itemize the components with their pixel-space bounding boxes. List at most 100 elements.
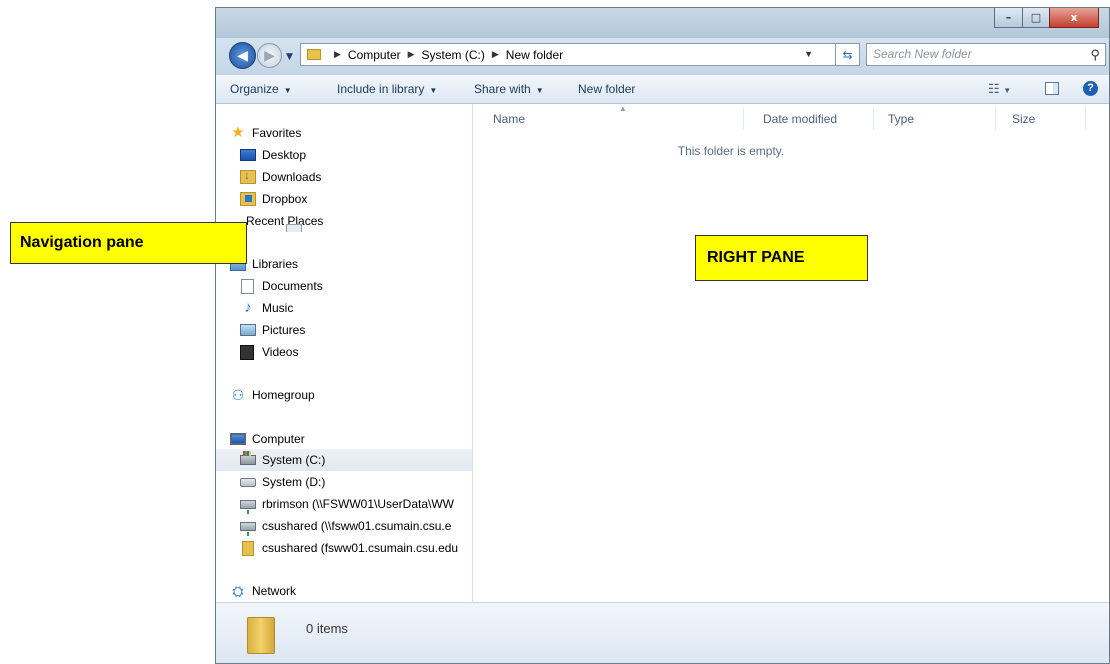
dropbox-icon (240, 192, 256, 206)
include-in-library-button[interactable]: Include in library ▼ (337, 82, 437, 96)
nav-item-dropbox[interactable]: Dropbox (216, 188, 472, 210)
breadcrumb-system-c[interactable]: System (C:) (422, 48, 485, 62)
nav-item-label: Downloads (262, 170, 322, 184)
recent-pages-dropdown-icon[interactable]: ▼ (286, 52, 293, 62)
nav-item-documents[interactable]: Documents (216, 275, 472, 297)
organize-button[interactable]: Organize ▼ (230, 82, 292, 96)
address-row: ◀ ▶ ▼ ▶ Computer ▶ System (C:) ▶ New fol… (216, 38, 1109, 75)
search-input[interactable]: Search New folder ⚲ (866, 43, 1106, 66)
title-bar[interactable]: – □ x (216, 8, 1109, 38)
videos-icon (240, 344, 254, 360)
breadcrumb-new-folder[interactable]: New folder (506, 48, 563, 62)
address-bar[interactable]: ▶ Computer ▶ System (C:) ▶ New folder ▼ (300, 43, 836, 66)
navigation-pane-callout: Navigation pane (10, 222, 247, 264)
sort-ascending-icon: ▲ (619, 104, 627, 113)
nav-item-desktop[interactable]: Desktop (216, 144, 472, 166)
downloads-icon (240, 168, 256, 184)
search-icon[interactable]: ⚲ (1090, 44, 1100, 65)
nav-item-system-d[interactable]: System (D:) (216, 471, 472, 493)
desktop-icon (240, 149, 256, 161)
network-drive-icon (240, 499, 256, 514)
nav-item-label: Videos (262, 345, 299, 359)
nav-network[interactable]: ⛭ Network (216, 580, 472, 602)
nav-item-music[interactable]: ♪ Music (216, 297, 472, 319)
folder-icon (307, 49, 321, 60)
network-drive-icon (240, 521, 256, 536)
column-divider[interactable] (743, 108, 744, 130)
maximize-button[interactable]: □ (1022, 8, 1050, 28)
nav-item-label: csushared (fsww01.csumain.csu.edu (262, 541, 459, 555)
column-header-date-modified[interactable]: Date modified (763, 112, 837, 126)
column-header-type[interactable]: Type (888, 112, 914, 126)
nav-favorites-label: Favorites (252, 126, 302, 140)
chevron-right-icon[interactable]: ▶ (408, 49, 415, 60)
chevron-down-icon: ▼ (429, 86, 438, 95)
forward-arrow-icon[interactable]: ▶ (257, 43, 282, 68)
navigation-pane: ★ Favorites Desktop Downloads Dropbox Re… (216, 104, 473, 602)
help-icon[interactable]: ? (1083, 81, 1098, 96)
nav-item-csushared-unc[interactable]: csushared (\\fsww01.csumain.csu.e (216, 515, 472, 537)
minimize-button[interactable]: – (994, 8, 1023, 28)
nav-item-label: Pictures (262, 323, 306, 337)
nav-homegroup[interactable]: ⚇ Homegroup (216, 384, 472, 406)
nav-item-videos[interactable]: Videos (216, 341, 472, 363)
refresh-icon[interactable]: ⇆ (836, 43, 860, 66)
file-list-pane[interactable]: Name ▲ Date modified Type Size This fold… (473, 104, 1109, 602)
nav-item-csushared[interactable]: csushared (fsww01.csumain.csu.edu (216, 537, 472, 559)
column-header-size[interactable]: Size (1012, 112, 1035, 126)
drive-d-icon (240, 477, 256, 487)
item-count: 0 items (306, 621, 348, 636)
chevron-right-icon[interactable]: ▶ (492, 49, 499, 60)
close-button[interactable]: x (1049, 8, 1099, 28)
column-divider[interactable] (873, 108, 874, 130)
column-header-name[interactable]: Name (493, 112, 525, 126)
share-with-label: Share with (474, 82, 531, 96)
details-pane: 0 items (216, 602, 1109, 663)
include-in-library-label: Include in library (337, 82, 425, 96)
homegroup-icon: ⚇ (231, 387, 245, 403)
music-icon: ♪ (244, 299, 252, 316)
command-toolbar: Organize ▼ Include in library ▼ Share with… (216, 75, 1109, 104)
address-dropdown-icon[interactable]: ▼ (804, 49, 813, 59)
nav-homegroup-label: Homegroup (252, 388, 315, 402)
nav-item-rbrimson[interactable]: rbrimson (\\FSWW01\UserData\WW (216, 493, 472, 515)
preview-pane-icon[interactable] (1045, 82, 1059, 95)
nav-network-label: Network (252, 584, 297, 598)
network-icon: ⛭ (232, 583, 244, 599)
back-arrow-icon[interactable]: ◀ (229, 42, 256, 69)
nav-item-label: System (C:) (262, 453, 326, 467)
nav-favorites[interactable]: ★ Favorites (216, 122, 472, 144)
empty-folder-message: This folder is empty. (677, 144, 785, 158)
nav-item-label: Music (262, 301, 294, 315)
pictures-icon (240, 324, 256, 336)
nav-libraries[interactable]: Libraries (216, 253, 472, 275)
breadcrumb-computer[interactable]: Computer (348, 48, 401, 62)
new-folder-button[interactable]: New folder (578, 82, 635, 96)
computer-icon (230, 433, 246, 445)
recent-places-icon (286, 224, 302, 232)
chevron-right-icon[interactable]: ▶ (334, 49, 341, 60)
nav-computer[interactable]: Computer (216, 428, 472, 450)
nav-item-label: System (D:) (262, 475, 326, 489)
right-pane-callout: RIGHT PANE (695, 235, 868, 281)
documents-icon (241, 278, 254, 294)
nav-item-label: Desktop (262, 148, 307, 162)
column-divider[interactable] (1085, 108, 1086, 130)
column-divider[interactable] (995, 108, 996, 130)
nav-item-pictures[interactable]: Pictures (216, 319, 472, 341)
nav-item-label: Dropbox (262, 192, 308, 206)
nav-item-label: Documents (262, 279, 323, 293)
drive-c-icon (240, 451, 256, 465)
network-folder-icon (242, 540, 254, 556)
change-view-icon[interactable]: ☷ ▼ (988, 81, 1011, 97)
organize-label: Organize (230, 82, 279, 96)
nav-item-system-c[interactable]: System (C:) (216, 449, 472, 471)
explorer-window: – □ x ◀ ▶ ▼ ▶ Computer ▶ System (C:) ▶ N… (215, 7, 1110, 664)
nav-item-label: rbrimson (\\FSWW01\UserData\WW (262, 497, 455, 511)
chevron-down-icon: ▼ (535, 86, 544, 95)
nav-libraries-label: Libraries (252, 257, 299, 271)
nav-item-recent-places[interactable]: Recent Places (216, 210, 472, 232)
share-with-button[interactable]: Share with ▼ (474, 82, 544, 96)
nav-item-downloads[interactable]: Downloads (216, 166, 472, 188)
nav-item-label: csushared (\\fsww01.csumain.csu.e (262, 519, 452, 533)
